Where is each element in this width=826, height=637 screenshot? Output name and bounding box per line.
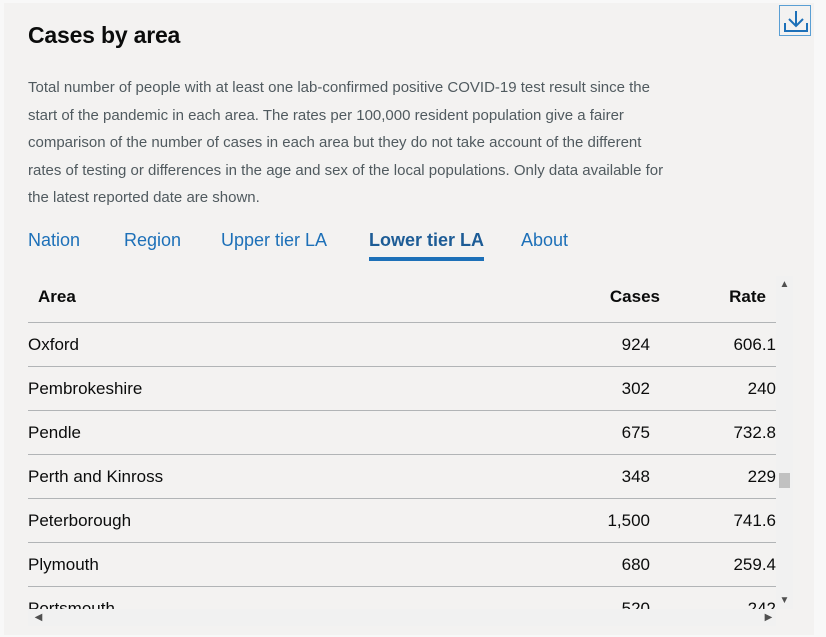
scroll-down-icon[interactable]: ▼: [776, 596, 793, 606]
cell-cases: 680: [621, 555, 650, 574]
table-row: Pendle 675 732.8: [28, 411, 776, 455]
cell-rate: 259.4: [733, 555, 776, 574]
tab-upper-tier-la[interactable]: Upper tier LA: [221, 230, 327, 257]
page-title: Cases by area: [28, 22, 181, 48]
column-header-rate[interactable]: Rate: [729, 287, 766, 307]
cell-rate: 741.6: [733, 511, 776, 530]
description-text: Total number of people with at least one…: [28, 79, 664, 206]
cell-rate: 229: [747, 467, 776, 486]
column-header-area[interactable]: Area: [38, 287, 76, 307]
table-row: Oxford 924 606.1: [28, 323, 776, 367]
table-row: Plymouth 680 259.4: [28, 543, 776, 587]
download-button[interactable]: [779, 5, 811, 36]
cases-table: Area Cases Rate Oxford 924 606.1 Pembrok…: [28, 276, 793, 627]
download-icon: [784, 11, 808, 32]
cell-cases: 924: [621, 335, 650, 354]
table-header: Area Cases Rate: [28, 276, 776, 323]
tab-about[interactable]: About: [521, 230, 568, 257]
cell-cases: 675: [621, 423, 650, 442]
vertical-scrollbar[interactable]: ▲ ▼: [776, 276, 793, 609]
cell-area: Peterborough: [28, 511, 132, 530]
cell-area: Oxford: [28, 335, 80, 354]
table-row: Pembrokeshire 302 240: [28, 367, 776, 411]
scroll-left-icon[interactable]: ◀: [30, 613, 47, 623]
horizontal-scrollbar[interactable]: ◀ ▶: [28, 609, 776, 626]
scroll-right-icon[interactable]: ▶: [760, 613, 777, 623]
tab-lower-tier-la[interactable]: Lower tier LA: [369, 230, 485, 261]
cell-rate: 606.1: [733, 335, 776, 354]
tab-region[interactable]: Region: [124, 230, 181, 257]
vertical-scrollbar-thumb[interactable]: [779, 473, 790, 488]
cell-rate: 732.8: [733, 423, 776, 442]
table-row: Perth and Kinross 348 229: [28, 455, 776, 499]
cell-cases: 348: [621, 467, 650, 486]
cell-rate: 240: [747, 379, 776, 398]
cell-area: Plymouth: [28, 555, 99, 574]
column-header-cases[interactable]: Cases: [610, 287, 660, 307]
cell-cases: 1,500: [607, 511, 650, 530]
scroll-up-icon[interactable]: ▲: [776, 280, 793, 290]
cell-area: Perth and Kinross: [28, 467, 164, 486]
cell-area: Pendle: [28, 423, 81, 442]
table-row: Peterborough 1,500 741.6: [28, 499, 776, 543]
cell-cases: 302: [621, 379, 650, 398]
tab-nation[interactable]: Nation: [28, 230, 80, 257]
cell-area: Pembrokeshire: [28, 379, 143, 398]
